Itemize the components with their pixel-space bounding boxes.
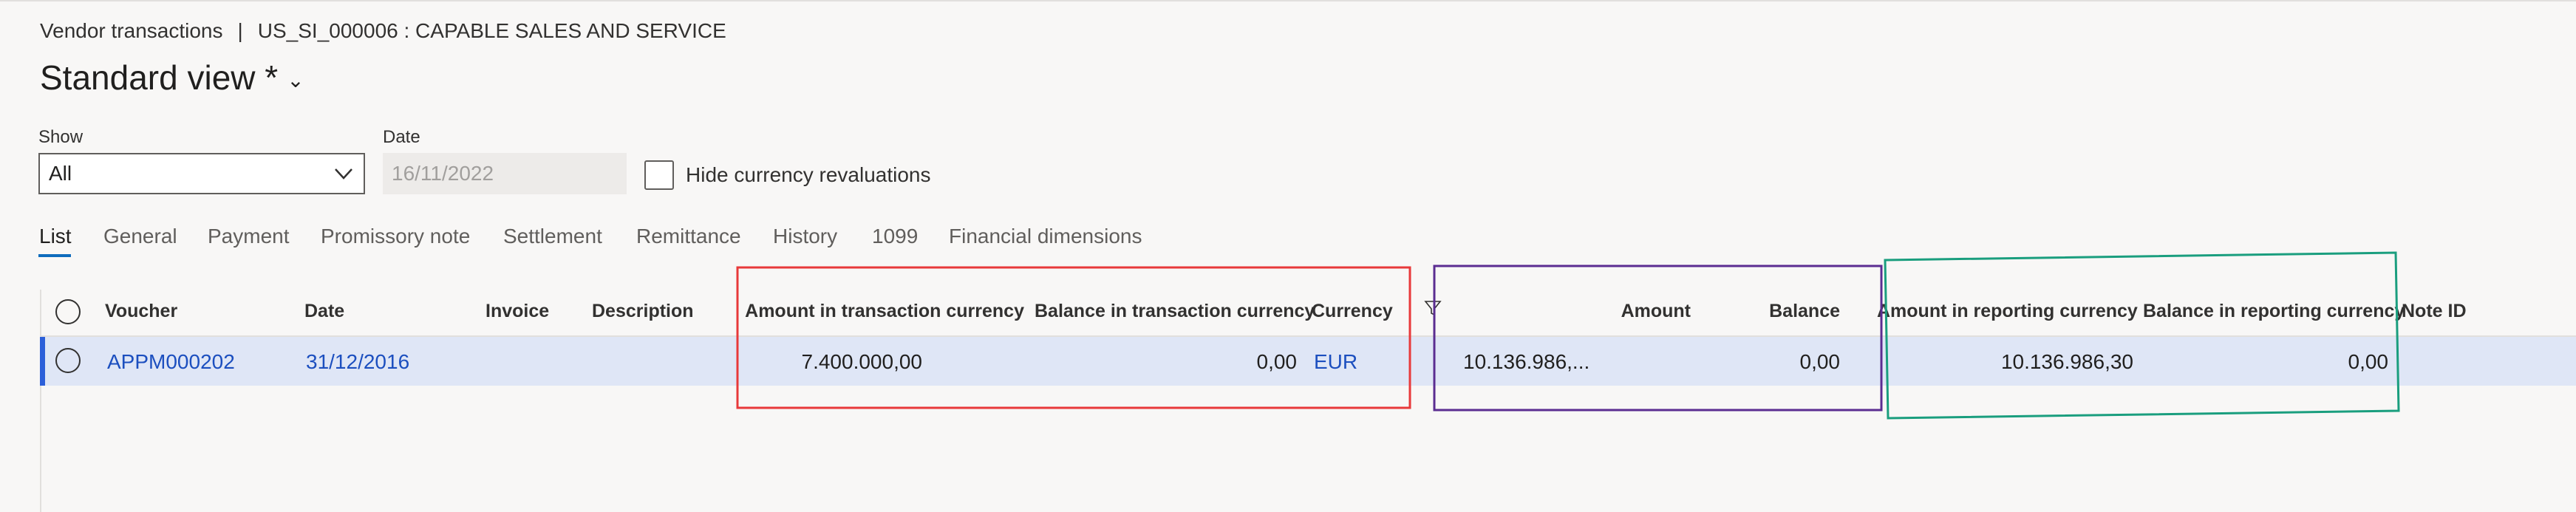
annotation-box-reporting [1884, 251, 2400, 420]
annotation-box-transaction [736, 266, 1411, 409]
annotation-overlay [736, 251, 2400, 420]
annotation-box-accounting [1433, 264, 1883, 412]
